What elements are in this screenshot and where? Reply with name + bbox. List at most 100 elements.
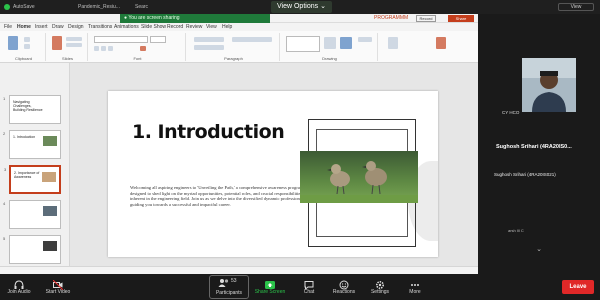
cut-icon[interactable]: [24, 37, 30, 42]
participant-name: Sughosh Srihari (4RA20IS021): [494, 172, 556, 177]
clipboard-group-label: Clipboard: [14, 56, 33, 61]
thumbnail-title: 1. Introduction: [13, 135, 36, 139]
zoom-toolbar: Join Audio Start Video 53 Participants S…: [0, 274, 600, 300]
search-label: Searc: [135, 4, 149, 10]
ppt-menu-bar: File Home Insert Draw Design Transitions…: [0, 23, 478, 31]
menu-insert[interactable]: Insert: [35, 24, 48, 30]
paused-participant-label: arsh Ill C: [508, 228, 524, 233]
chat-icon: [304, 277, 314, 291]
text-direction-icon[interactable]: [232, 37, 272, 42]
participants-label: Participants: [215, 290, 243, 296]
record-button[interactable]: Record: [416, 15, 436, 22]
italic-icon[interactable]: [101, 46, 106, 51]
leave-button[interactable]: Leave: [562, 280, 594, 294]
slide-title[interactable]: 1. Introduction: [132, 121, 285, 143]
designer-icon[interactable]: [436, 37, 446, 49]
thumbnail-3[interactable]: 3 2. Importance of Awareness: [4, 165, 61, 194]
thumbnail-1[interactable]: 1 Navigating Challenges, Building Resili…: [3, 95, 61, 124]
chat-button[interactable]: Chat: [296, 275, 322, 299]
slide-body-text[interactable]: Welcoming all aspiring engineers to 'Unv…: [130, 185, 308, 207]
shapes-gallery[interactable]: [286, 36, 320, 52]
more-button[interactable]: More: [402, 275, 428, 299]
menu-view[interactable]: View: [206, 24, 217, 30]
ppt-user-name[interactable]: PROGRAMMM: [374, 15, 408, 21]
align-icon[interactable]: [194, 45, 224, 50]
reactions-icon: [339, 277, 349, 290]
layout-icon[interactable]: [66, 37, 82, 41]
thumbnail-number: 2: [3, 131, 6, 136]
ribbon-group-font: Font: [90, 33, 186, 61]
new-slide-icon[interactable]: [52, 36, 62, 50]
view-options-button[interactable]: View Options ⌄: [271, 1, 332, 13]
thumbnail-image: [43, 136, 57, 146]
bold-icon[interactable]: [94, 46, 99, 51]
drawing-group-label: Drawing: [322, 56, 337, 61]
ribbon-group-paragraph: Paragraph: [188, 33, 280, 61]
underline-icon[interactable]: [108, 46, 113, 51]
shape-fill-icon[interactable]: [358, 37, 372, 42]
menu-draw[interactable]: Draw: [52, 24, 64, 30]
slide-thumbnails-panel: 1 Navigating Challenges, Building Resili…: [0, 63, 70, 274]
gear-icon: [375, 277, 385, 290]
slide-canvas: 1. Introduction Welcoming all aspiring e…: [70, 63, 478, 274]
participants-count: 53: [231, 278, 237, 284]
thumbnail-number: 3: [4, 167, 7, 172]
font-color-icon[interactable]: [140, 46, 146, 51]
view-label: View: [570, 4, 582, 10]
ppt-ribbon: Clipboard Slides Font Paragraph Drawing: [0, 31, 478, 63]
share-screen-button[interactable]: Share Screen: [252, 275, 288, 299]
menu-help[interactable]: Help: [222, 24, 232, 30]
settings-button[interactable]: Settings: [365, 275, 395, 299]
menu-record[interactable]: Record: [167, 24, 183, 30]
share-screen-icon: [265, 277, 275, 289]
arrange-icon[interactable]: [324, 37, 336, 49]
menu-design[interactable]: Design: [68, 24, 84, 30]
quick-styles-icon[interactable]: [340, 37, 352, 49]
screen-share-banner: ● You are screen sharing: [120, 14, 270, 23]
slides-group-label: Slides: [62, 56, 73, 61]
menu-home[interactable]: Home: [17, 24, 31, 30]
current-slide[interactable]: 1. Introduction Welcoming all aspiring e…: [108, 91, 438, 257]
thumbnail-image: [42, 172, 56, 182]
paste-icon[interactable]: [8, 36, 18, 50]
headphones-icon: [14, 277, 24, 289]
file-name: Pandemic_Resiu...: [78, 4, 120, 10]
menu-animations[interactable]: Animations: [114, 24, 139, 30]
video-panel: CY HCO Sughosh Srihari (4RA20IS0... Sugh…: [478, 14, 600, 274]
reset-icon[interactable]: [66, 43, 82, 47]
menu-transitions[interactable]: Transitions: [88, 24, 112, 30]
thumbnail-5[interactable]: 5: [3, 235, 61, 264]
ribbon-group-slides: Slides: [48, 33, 88, 61]
thumbnail-number: 1: [3, 96, 6, 101]
editing-icon[interactable]: [388, 37, 398, 49]
menu-slideshow[interactable]: Slide Show: [141, 24, 166, 30]
thumbnail-title: 2. Importance of Awareness: [14, 171, 40, 179]
font-group-label: Font: [133, 56, 142, 61]
thumbnail-2[interactable]: 2 1. Introduction: [3, 130, 61, 159]
participants-button[interactable]: 53 Participants: [209, 275, 249, 299]
view-button[interactable]: View: [558, 3, 594, 11]
scroll-down-icon[interactable]: ⌄: [534, 246, 544, 254]
thumbnail-title: Navigating Challenges, Building Resilien…: [13, 100, 43, 112]
autosave-label: AutoSave: [13, 4, 35, 10]
join-audio-button[interactable]: Join Audio: [4, 275, 34, 299]
ppt-share-button[interactable]: Share: [448, 15, 474, 22]
connection-status-icon: [4, 4, 10, 10]
participants-icon: 53: [218, 278, 240, 288]
goslings-photo[interactable]: [300, 151, 418, 203]
chevron-down-icon: ⌄: [320, 3, 326, 10]
paragraph-group-label: Paragraph: [224, 56, 243, 61]
menu-review[interactable]: Review: [186, 24, 202, 30]
active-speaker-name: Sughosh Srihari (4RA20IS0...: [496, 144, 572, 150]
start-video-button[interactable]: Start Video: [42, 275, 74, 299]
bullets-icon[interactable]: [194, 37, 224, 42]
font-size-select[interactable]: [150, 36, 166, 43]
speaker-video-tile[interactable]: [522, 58, 576, 112]
thumbnail-4[interactable]: 4: [3, 200, 61, 229]
font-name-select[interactable]: [94, 36, 148, 43]
powerpoint-window: ● You are screen sharing PROGRAMMM Recor…: [0, 14, 478, 274]
thumbnail-number: 5: [3, 236, 6, 241]
menu-file[interactable]: File: [4, 24, 12, 30]
reactions-button[interactable]: Reactions: [329, 275, 359, 299]
copy-icon[interactable]: [24, 44, 30, 49]
